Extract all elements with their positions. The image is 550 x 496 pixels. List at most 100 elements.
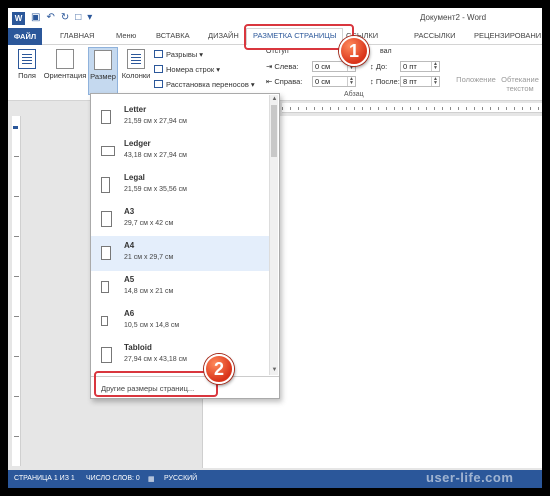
ruler-tick xyxy=(14,236,19,237)
spacing-before-label: ↕ До: xyxy=(370,62,388,71)
spinner-arrows-icon[interactable]: ▲▼ xyxy=(347,77,355,86)
margins-button[interactable]: Поля xyxy=(14,49,40,80)
vertical-ruler[interactable] xyxy=(12,116,21,466)
page-size-name: A6 xyxy=(124,309,135,318)
page-shape-icon xyxy=(101,146,115,156)
breaks-icon xyxy=(154,50,163,58)
ruler-tick xyxy=(14,196,19,197)
hyphenation-button[interactable]: Расстановка переносов ▾ xyxy=(154,80,255,89)
hyphenation-icon xyxy=(154,80,163,88)
tab-design[interactable]: ДИЗАЙН xyxy=(208,31,239,40)
tab-review[interactable]: РЕЦЕНЗИРОВАНИ xyxy=(474,31,541,40)
page-size-dimensions: 21,59 см x 27,94 см xyxy=(124,118,187,125)
language[interactable]: РУССКИЙ xyxy=(164,475,197,482)
breaks-button[interactable]: Разрывы ▾ xyxy=(154,50,203,59)
word-count[interactable]: ЧИСЛО СЛОВ: 0 xyxy=(86,475,140,482)
quick-access-toolbar: W ▣ ↶ ↻ □ ▾ xyxy=(12,11,92,25)
page-size-item[interactable]: A4 21 см x 29,7 см xyxy=(91,236,269,271)
line-numbers-icon xyxy=(154,65,163,73)
scroll-down-icon[interactable]: ▼ xyxy=(270,366,279,375)
page-size-name: A4 xyxy=(124,241,135,250)
page-shape-icon xyxy=(101,110,111,124)
page-size-item[interactable]: Letter 21,59 см x 27,94 см xyxy=(91,100,269,135)
undo-icon[interactable]: ↶ xyxy=(46,11,54,25)
save-icon[interactable]: ▣ xyxy=(31,11,40,25)
ruler-tick xyxy=(14,436,19,437)
page-size-item[interactable]: Tabloid 27,94 см x 43,18 см xyxy=(91,338,269,373)
more-sizes-highlight xyxy=(94,371,218,397)
redo-icon[interactable]: ↻ xyxy=(61,11,69,25)
page-size-dimensions: 10,5 см x 14,8 см xyxy=(124,322,180,329)
tab-mailings[interactable]: РАССЫЛКИ xyxy=(414,31,456,40)
proofing-icon[interactable]: ▦ xyxy=(148,475,155,483)
page-size-dropdown: Letter 21,59 см x 27,94 см Ledger 43,18 см … xyxy=(90,93,280,399)
page-size-item[interactable]: Legal 21,59 см x 35,56 см xyxy=(91,168,269,203)
word-logo-icon: W xyxy=(12,11,25,25)
page-size-dimensions: 21,59 см x 35,56 см xyxy=(124,186,187,193)
page-size-item[interactable]: A5 14,8 см x 21 см xyxy=(91,270,269,305)
dropdown-scrollbar[interactable]: ▲ ▼ xyxy=(269,95,278,375)
page-size-dimensions: 14,8 см x 21 см xyxy=(124,288,174,295)
size-button[interactable]: Размер xyxy=(88,47,118,95)
page-layout-highlight xyxy=(244,24,354,50)
watermark: user-life.com xyxy=(426,470,514,485)
columns-icon xyxy=(127,49,145,69)
spacing-after-label: ↕ После: xyxy=(370,77,400,86)
paragraph-group-label: Абзац xyxy=(344,91,364,98)
ruler-tick xyxy=(14,156,19,157)
ruler-tick xyxy=(14,396,19,397)
page-size-item[interactable]: Ledger 43,18 см x 27,94 см xyxy=(91,134,269,169)
page-size-name: Ledger xyxy=(124,139,151,148)
position-button[interactable]: Положение xyxy=(454,75,498,84)
tab-home[interactable]: ГЛАВНАЯ xyxy=(60,31,94,40)
page-size-dimensions: 29,7 см x 42 см xyxy=(124,220,174,227)
columns-button[interactable]: Колонки xyxy=(119,49,153,80)
page-shape-icon xyxy=(101,211,112,227)
page-size-item[interactable]: A6 10,5 см x 14,8 см xyxy=(91,304,269,339)
ruler-tick xyxy=(14,316,19,317)
customize-qat-icon[interactable]: ▾ xyxy=(87,11,92,25)
scroll-up-icon[interactable]: ▲ xyxy=(270,95,279,104)
page-size-dimensions: 27,94 см x 43,18 см xyxy=(124,356,187,363)
spinner-arrows-icon[interactable]: ▲▼ xyxy=(431,77,439,86)
page-shape-icon xyxy=(101,281,109,293)
tab-menu[interactable]: Меню xyxy=(116,31,136,40)
scroll-thumb[interactable] xyxy=(271,105,277,157)
spacing-label: вал xyxy=(380,48,392,55)
spacing-after-input[interactable]: 8 пт ▲ ▼ xyxy=(400,76,440,87)
page-shape-icon xyxy=(101,347,112,363)
ruler-margin-marker[interactable] xyxy=(13,126,18,129)
orientation-icon xyxy=(56,49,74,69)
page-shape-icon xyxy=(101,246,111,260)
page-size-dimensions: 21 см x 29,7 см xyxy=(124,254,174,261)
ruler-tick xyxy=(14,356,19,357)
horizontal-ruler[interactable] xyxy=(282,103,542,113)
orientation-button[interactable]: Ориентация xyxy=(42,49,88,80)
page-size-name: Legal xyxy=(124,173,145,182)
page-size-dimensions: 43,18 см x 27,94 см xyxy=(124,152,187,159)
page-size-name: A5 xyxy=(124,275,135,284)
spinner-arrows-icon[interactable]: ▲▼ xyxy=(431,62,439,71)
new-document-icon[interactable]: □ xyxy=(75,11,81,25)
tab-file[interactable]: ФАЙЛ xyxy=(8,28,42,45)
margins-icon xyxy=(18,49,36,69)
page-size-name: Tabloid xyxy=(124,343,152,352)
page-count[interactable]: СТРАНИЦА 1 ИЗ 1 xyxy=(14,475,75,482)
ruler-tick xyxy=(14,276,19,277)
indent-left-label: ⇥ Слева: xyxy=(266,62,299,71)
step-2-badge: 2 xyxy=(204,354,234,384)
page-size-icon xyxy=(94,50,112,70)
line-numbers-button[interactable]: Номера строк ▾ xyxy=(154,65,220,74)
word-window: W ▣ ↶ ↻ □ ▾ Документ2 - Word ФАЙЛ ГЛАВНА… xyxy=(8,8,542,488)
indent-right-label: ⇤ Справа: xyxy=(266,77,303,86)
page-size-item[interactable]: A3 29,7 см x 42 см xyxy=(91,202,269,237)
page-size-name: Letter xyxy=(124,105,147,114)
window-title: Документ2 - Word xyxy=(420,13,487,22)
spacing-before-input[interactable]: 0 пт ▲ ▼ xyxy=(400,61,440,72)
wrap-text-button[interactable]: Обтекание текстом xyxy=(498,75,542,93)
page-size-name: A3 xyxy=(124,207,135,216)
page-shape-icon xyxy=(101,177,110,193)
step-1-badge: 1 xyxy=(339,36,369,66)
indent-right-input[interactable]: 0 см ▲ ▼ xyxy=(312,76,356,87)
tab-insert[interactable]: ВСТАВКА xyxy=(156,31,190,40)
